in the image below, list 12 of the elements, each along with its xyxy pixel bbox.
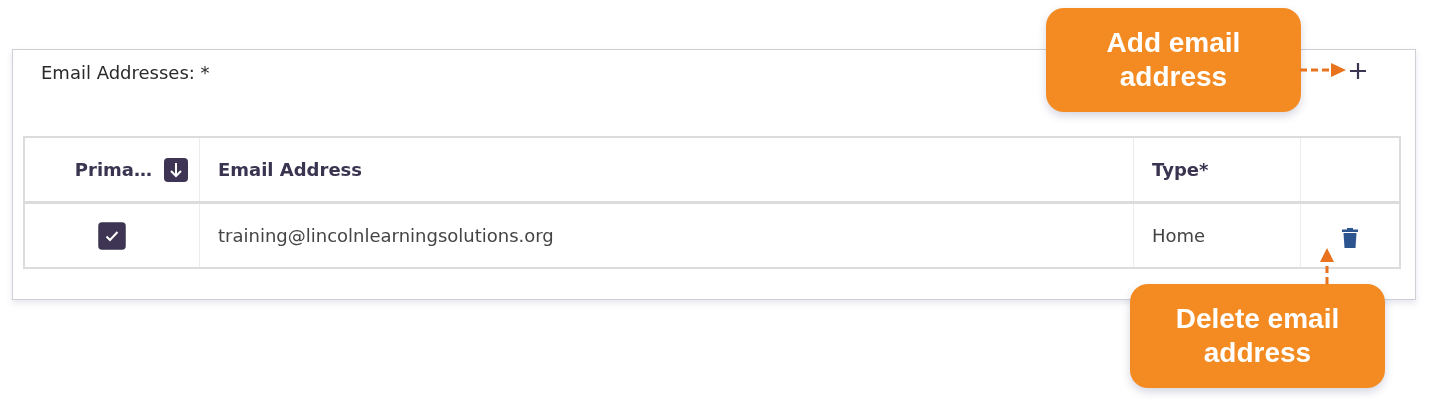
column-label: Prima… xyxy=(74,159,152,180)
callout: Add email address xyxy=(1046,8,1301,112)
delete-icon[interactable] xyxy=(1342,227,1358,248)
column-label: Email Address xyxy=(218,159,363,180)
arrow xyxy=(1320,248,1334,284)
column-label: Type* xyxy=(1152,159,1209,180)
checkbox[interactable] xyxy=(98,221,126,250)
sort-icon[interactable] xyxy=(164,157,188,182)
add-icon[interactable] xyxy=(1349,62,1367,80)
section-label: Email Addresses: * xyxy=(41,62,210,83)
callout: Delete email address xyxy=(1130,284,1385,388)
arrow xyxy=(1300,63,1346,77)
